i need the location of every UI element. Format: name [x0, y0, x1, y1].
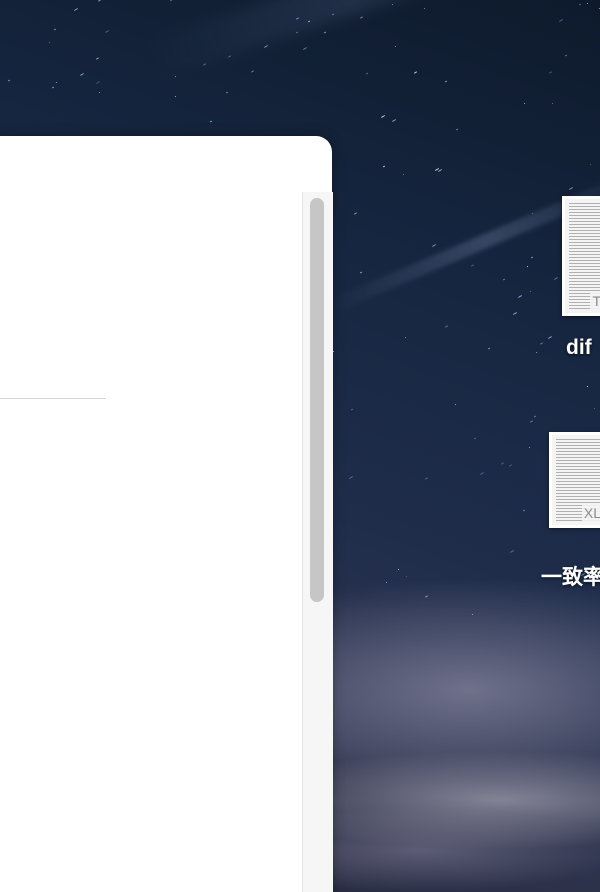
desktop-file-icon-spreadsheet[interactable]: XL: [549, 432, 600, 528]
star: [51, 86, 55, 89]
wallpaper-light-streak: [327, 167, 600, 314]
desktop-file-label[interactable]: dif: [566, 336, 592, 360]
star: [394, 45, 397, 48]
star: [48, 41, 51, 44]
star: [53, 28, 57, 31]
star: [209, 120, 213, 123]
star: [95, 57, 100, 60]
star: [444, 80, 448, 83]
star: [471, 613, 474, 616]
star: [323, 31, 327, 34]
star: [174, 75, 177, 78]
star: [169, 0, 173, 2]
star: [518, 295, 522, 298]
star: [533, 415, 537, 418]
star: [564, 54, 568, 57]
star: [455, 128, 459, 131]
star: [174, 95, 177, 98]
star: [424, 477, 429, 480]
star: [508, 464, 513, 467]
star: [569, 187, 573, 190]
star: [105, 30, 109, 33]
app-window: [0, 136, 333, 892]
star: [578, 3, 582, 6]
star: [381, 115, 385, 118]
star: [513, 312, 517, 315]
star: [454, 403, 457, 406]
star: [424, 595, 429, 598]
star: [539, 342, 544, 345]
star: [528, 446, 531, 449]
star: [264, 45, 268, 48]
star: [473, 437, 477, 440]
star: [404, 336, 407, 339]
star: [7, 79, 11, 82]
star: [510, 550, 514, 553]
star: [385, 581, 388, 584]
file-type-badge: XL: [581, 505, 600, 521]
star: [250, 70, 255, 73]
star: [397, 568, 400, 571]
star: [97, 0, 102, 2]
star: [98, 91, 101, 94]
star: [529, 290, 532, 293]
star: [470, 264, 475, 267]
star: [589, 163, 592, 166]
star: [548, 71, 553, 74]
star: [391, 3, 394, 6]
star: [526, 265, 529, 268]
star: [438, 169, 442, 172]
star: [74, 8, 78, 11]
star: [413, 71, 418, 74]
star: [487, 347, 491, 350]
wallpaper-light-streak: [143, 0, 556, 80]
star: [423, 7, 426, 10]
star: [502, 278, 506, 281]
file-type-badge: T: [590, 293, 600, 309]
star: [593, 407, 596, 410]
star: [303, 47, 307, 50]
star: [586, 385, 589, 388]
star: [522, 509, 526, 512]
star: [332, 350, 335, 353]
desktop-file-label[interactable]: 一致率: [541, 561, 600, 591]
star: [559, 19, 563, 22]
star: [402, 173, 405, 176]
star: [353, 212, 358, 215]
star: [382, 165, 386, 168]
desktop-file-icon-dif[interactable]: T: [562, 196, 600, 316]
star: [554, 277, 558, 280]
star: [535, 351, 538, 354]
star: [586, 2, 589, 5]
star: [227, 55, 232, 58]
star: [359, 16, 364, 19]
star: [444, 325, 449, 328]
star: [225, 91, 229, 94]
star: [349, 476, 353, 479]
star: [529, 420, 534, 423]
star: [500, 462, 505, 465]
star: [548, 336, 552, 339]
star: [392, 119, 396, 122]
star: [96, 81, 100, 84]
star: [55, 81, 58, 84]
star: [80, 73, 84, 76]
star: [365, 72, 369, 75]
star: [202, 63, 207, 66]
vertical-scrollbar-thumb[interactable]: [310, 198, 324, 602]
star: [523, 102, 526, 105]
star: [350, 408, 354, 411]
star: [530, 256, 534, 259]
star: [551, 102, 554, 105]
star: [405, 575, 408, 578]
star: [359, 271, 363, 274]
star: [480, 472, 484, 475]
star: [432, 244, 436, 247]
window-divider: [0, 398, 106, 399]
